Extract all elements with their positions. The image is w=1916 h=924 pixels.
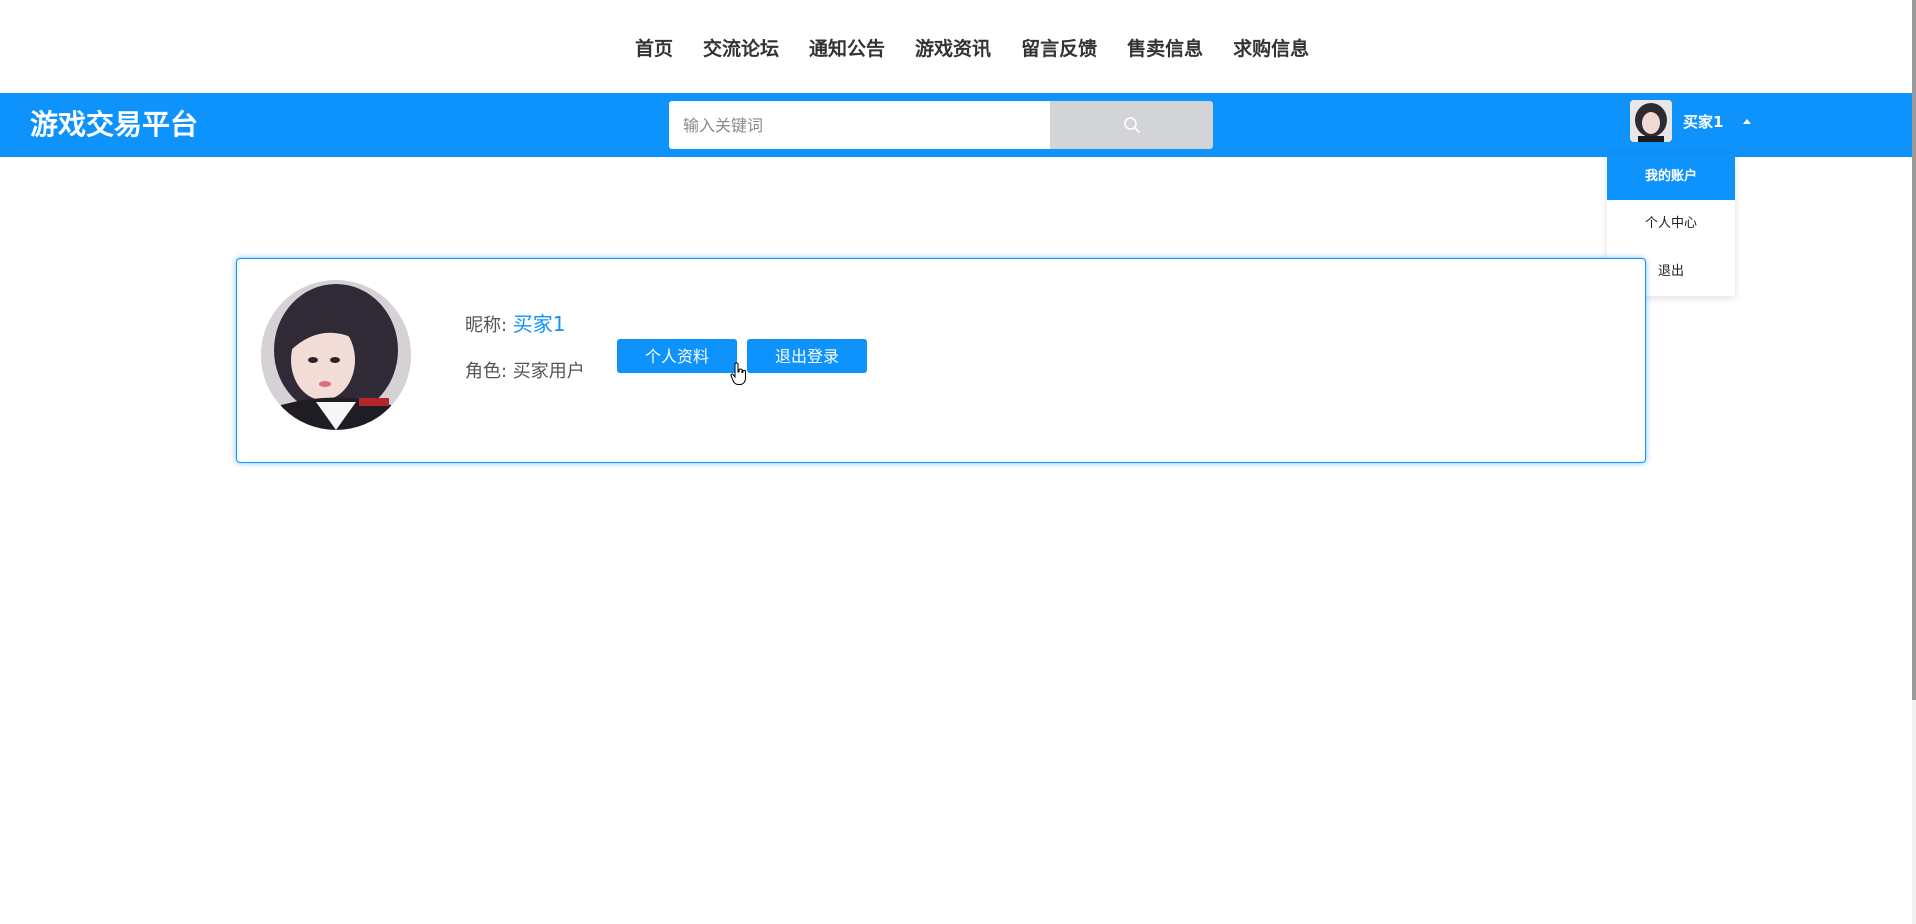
role-value: 买家用户 bbox=[512, 361, 585, 382]
nickname-value: 买家1 bbox=[512, 312, 566, 336]
brand-title[interactable]: 游戏交易平台 bbox=[30, 108, 198, 142]
nav-item-home[interactable]: 首页 bbox=[620, 36, 688, 62]
caret-up-icon bbox=[1743, 118, 1752, 124]
dropdown-item-my-account[interactable]: 我的账户 bbox=[1607, 154, 1735, 200]
user-avatar bbox=[1630, 100, 1672, 142]
nav-item-sale-info[interactable]: 售卖信息 bbox=[1112, 36, 1218, 62]
scrollbar-thumb[interactable] bbox=[1912, 0, 1916, 700]
profile-details-button[interactable]: 个人资料 bbox=[617, 339, 737, 373]
nav-item-notice[interactable]: 通知公告 bbox=[794, 36, 900, 62]
search-button[interactable] bbox=[1050, 101, 1213, 149]
header-bar: 游戏交易平台 买家1 bbox=[0, 93, 1912, 157]
nickname-row: 昵称: 买家1 bbox=[465, 311, 585, 339]
logout-button[interactable]: 退出登录 bbox=[747, 339, 867, 373]
nav-item-forum[interactable]: 交流论坛 bbox=[688, 36, 794, 62]
hand-cursor-icon bbox=[730, 362, 746, 385]
top-nav-items: 首页 交流论坛 通知公告 游戏资讯 留言反馈 售卖信息 求购信息 bbox=[620, 36, 1324, 62]
profile-card: 昵称: 买家1 角色: 买家用户 个人资料 退出登录 bbox=[236, 258, 1646, 463]
user-name: 买家1 bbox=[1683, 112, 1724, 131]
search-box bbox=[669, 101, 1213, 149]
user-menu-toggle[interactable]: 买家1 bbox=[1630, 99, 1752, 143]
search-icon bbox=[1123, 117, 1140, 133]
search-input[interactable] bbox=[669, 101, 1050, 149]
nav-item-game-news[interactable]: 游戏资讯 bbox=[900, 36, 1006, 62]
nickname-label: 昵称: bbox=[465, 315, 513, 336]
profile-avatar bbox=[261, 280, 411, 430]
role-label: 角色: bbox=[465, 361, 513, 382]
dropdown-item-personal-center[interactable]: 个人中心 bbox=[1607, 200, 1735, 248]
nav-item-purchase-info[interactable]: 求购信息 bbox=[1218, 36, 1324, 62]
top-navigation: 首页 交流论坛 通知公告 游戏资讯 留言反馈 售卖信息 求购信息 bbox=[0, 0, 1916, 93]
profile-info: 昵称: 买家1 角色: 买家用户 bbox=[465, 311, 585, 385]
page-scrollbar[interactable] bbox=[1912, 0, 1916, 924]
nav-item-feedback[interactable]: 留言反馈 bbox=[1006, 36, 1112, 62]
role-row: 角色: 买家用户 bbox=[465, 359, 585, 385]
